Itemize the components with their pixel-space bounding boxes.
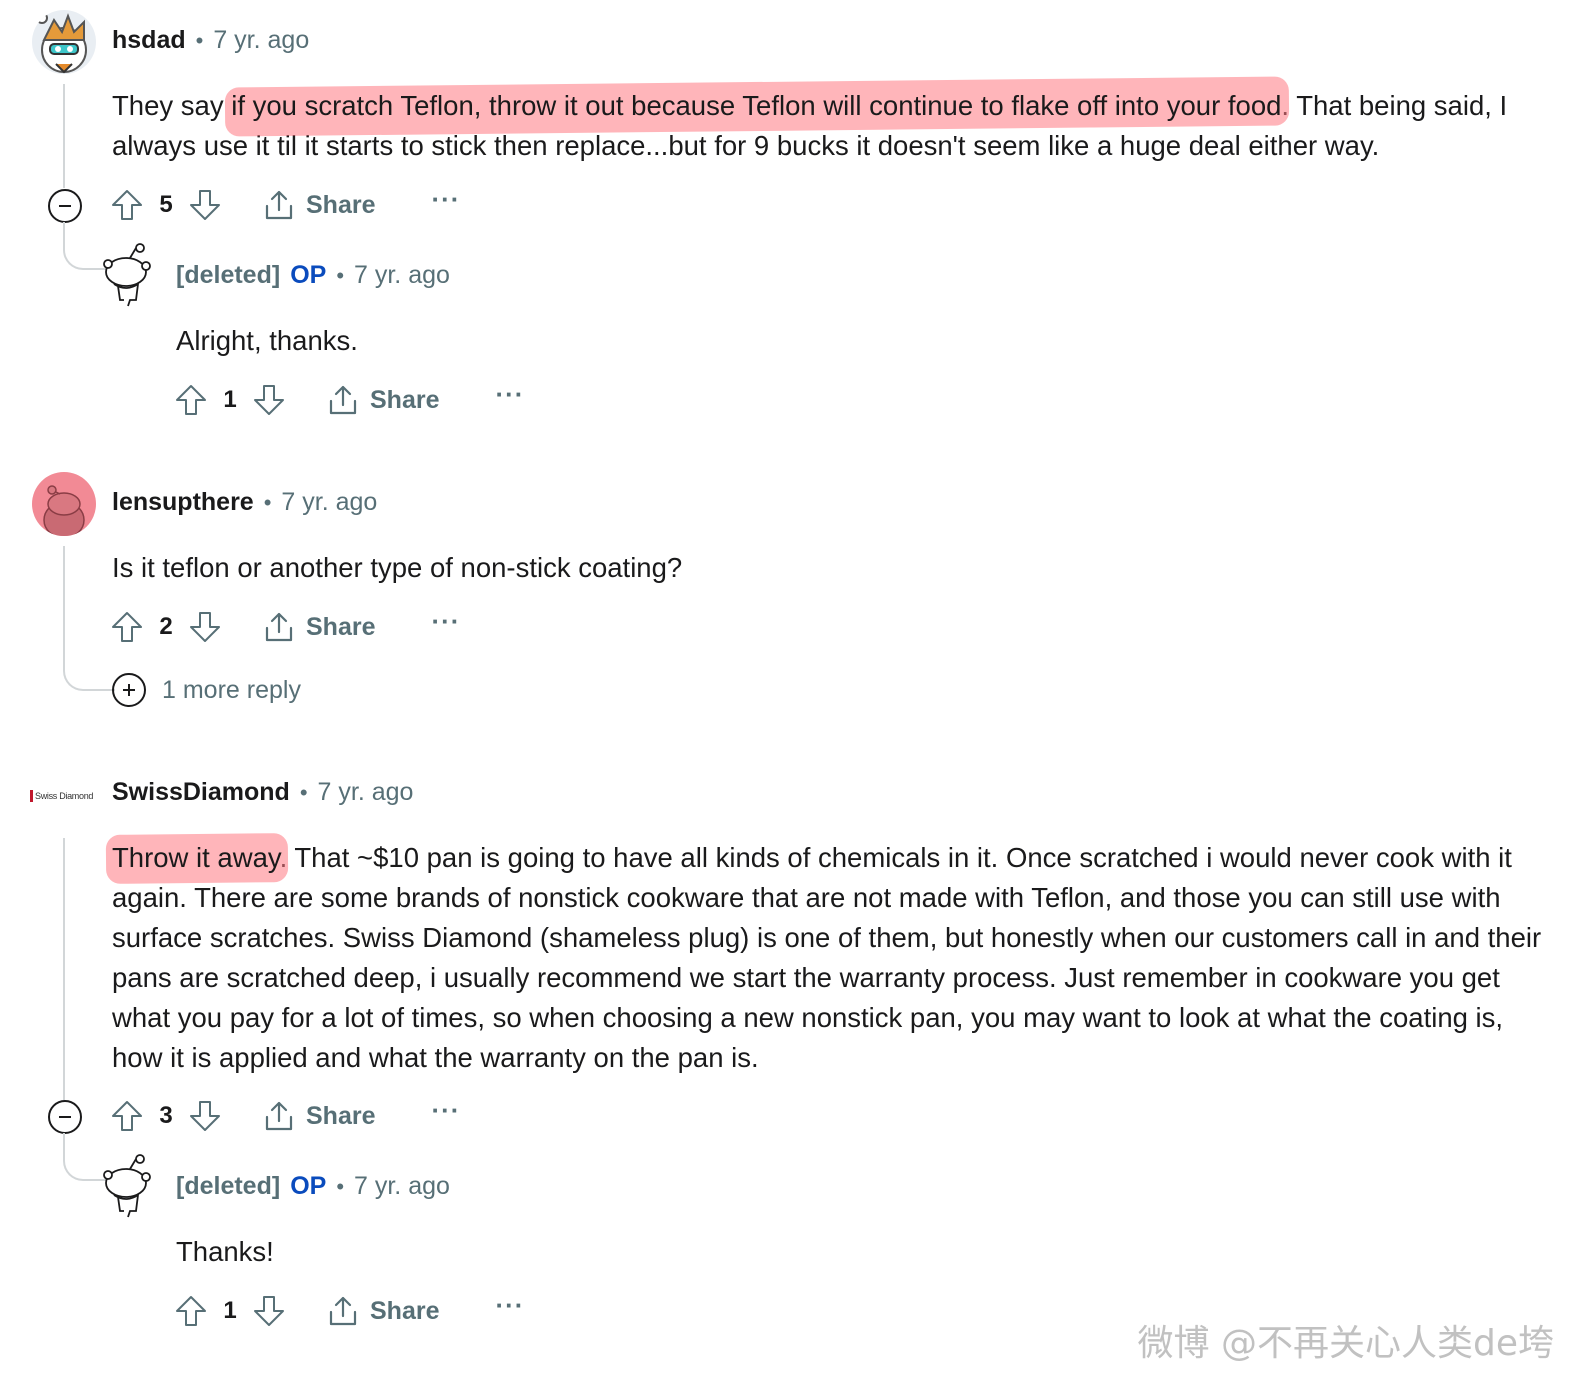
share-button[interactable]: Share xyxy=(326,1294,439,1328)
downvote-icon[interactable] xyxy=(252,383,286,417)
share-label: Share xyxy=(370,385,440,414)
collapse-thread-button[interactable] xyxy=(48,1100,82,1134)
comment-text: They say xyxy=(112,90,232,121)
comment-text: . That ~$10 pan is going to have all kin… xyxy=(112,842,1542,1073)
collapse-icon xyxy=(59,205,71,207)
upvote-icon[interactable] xyxy=(110,1099,144,1133)
weibo-watermark: 微博 @不再关心人类de垮 xyxy=(1137,1323,1554,1364)
comment-body: Alright, thanks. xyxy=(176,325,358,356)
comment-actions: 1 Share ··· xyxy=(174,380,524,420)
upvote-icon[interactable] xyxy=(174,383,208,417)
author-name[interactable]: SwissDiamond xyxy=(112,778,290,807)
highlighted-text: Throw it away xyxy=(112,842,280,873)
share-icon xyxy=(329,1296,357,1326)
comment-body: They say if you scratch Teflon, throw it… xyxy=(112,86,1552,166)
upvote-icon[interactable] xyxy=(110,188,144,222)
more-options-icon[interactable]: ··· xyxy=(431,608,460,634)
thread-line xyxy=(63,84,65,188)
separator-dot: • xyxy=(299,780,308,805)
comment-actions: 1 Share ··· xyxy=(174,1291,524,1331)
share-button[interactable]: Share xyxy=(262,1099,375,1133)
share-label: Share xyxy=(306,612,376,641)
timestamp[interactable]: 7 yr. ago xyxy=(281,488,377,517)
author-name[interactable]: hsdad xyxy=(112,26,186,55)
avatar-deleted[interactable] xyxy=(100,1153,156,1219)
more-replies-label: 1 more reply xyxy=(162,675,301,704)
separator-dot: • xyxy=(263,490,272,515)
author-name: [deleted] xyxy=(176,1172,281,1200)
comment-meta: lensupthere • 7 yr. ago xyxy=(112,488,377,517)
share-button[interactable]: Share xyxy=(262,610,375,644)
logo-mark xyxy=(30,790,33,802)
collapse-thread-button[interactable] xyxy=(48,189,82,223)
op-badge: OP xyxy=(290,261,327,289)
highlighted-text: if you scratch Teflon, throw it out beca… xyxy=(231,90,1282,121)
thread-line xyxy=(63,838,65,1100)
vote-score: 2 xyxy=(159,613,173,640)
comment-body: Thanks! xyxy=(176,1236,274,1267)
more-options-icon[interactable]: ··· xyxy=(431,186,460,212)
share-icon xyxy=(265,1101,293,1131)
avatar-swissdiamond[interactable]: Swiss Diamond xyxy=(30,778,98,814)
author-name: [deleted] xyxy=(176,261,281,289)
timestamp[interactable]: 7 yr. ago xyxy=(318,778,414,807)
upvote-icon[interactable] xyxy=(174,1294,208,1328)
op-badge: OP xyxy=(290,1172,327,1200)
collapse-icon xyxy=(59,1116,71,1118)
comment-meta: [deleted] OP • 7 yr. ago xyxy=(176,261,450,290)
author-name[interactable]: lensupthere xyxy=(112,488,254,517)
vote-score: 1 xyxy=(223,1297,237,1324)
downvote-icon[interactable] xyxy=(188,1099,222,1133)
share-label: Share xyxy=(306,190,376,219)
comment-meta: hsdad • 7 yr. ago xyxy=(112,26,309,55)
share-icon xyxy=(265,190,293,220)
avatar-lensupthere[interactable] xyxy=(32,472,96,536)
more-options-icon[interactable]: ··· xyxy=(495,381,524,407)
vote-group: 1 xyxy=(174,383,286,417)
comment-actions: 3 Share ··· xyxy=(110,1096,460,1136)
share-label: Share xyxy=(306,1101,376,1130)
timestamp[interactable]: 7 yr. ago xyxy=(354,261,450,290)
reply-connector xyxy=(63,655,115,691)
timestamp[interactable]: 7 yr. ago xyxy=(354,1172,450,1201)
comment-meta: [deleted] OP • 7 yr. ago xyxy=(176,1172,450,1201)
snoo-avatar-icon xyxy=(43,485,85,536)
downvote-icon[interactable] xyxy=(188,610,222,644)
snoo-avatar-icon xyxy=(36,12,87,74)
share-icon xyxy=(265,612,293,642)
downvote-icon[interactable] xyxy=(252,1294,286,1328)
thread-line xyxy=(63,546,65,656)
deleted-user-snoo-icon xyxy=(103,243,151,307)
comment-actions: 2 Share ··· xyxy=(110,607,460,647)
timestamp[interactable]: 7 yr. ago xyxy=(213,26,309,55)
share-label: Share xyxy=(370,1296,440,1325)
logo-text: Swiss Diamond xyxy=(35,791,94,801)
comment-body: Throw it away. That ~$10 pan is going to… xyxy=(112,838,1552,1078)
avatar-hsdad[interactable] xyxy=(32,10,96,74)
more-options-icon[interactable]: ··· xyxy=(431,1097,460,1123)
vote-score: 3 xyxy=(159,1102,173,1129)
comment-actions: 5 Share ··· xyxy=(110,185,460,225)
separator-dot: • xyxy=(336,263,345,288)
vote-group: 2 xyxy=(110,610,222,644)
more-options-icon[interactable]: ··· xyxy=(495,1292,524,1318)
separator-dot: • xyxy=(195,28,204,53)
vote-score: 1 xyxy=(223,386,237,413)
avatar-deleted[interactable] xyxy=(100,242,156,308)
more-replies-button[interactable]: 1 more reply xyxy=(112,673,301,707)
expand-icon xyxy=(112,673,146,707)
comment-meta: SwissDiamond • 7 yr. ago xyxy=(112,778,413,807)
deleted-user-snoo-icon xyxy=(103,1154,151,1218)
share-button[interactable]: Share xyxy=(262,188,375,222)
vote-group: 1 xyxy=(174,1294,286,1328)
upvote-icon[interactable] xyxy=(110,610,144,644)
downvote-icon[interactable] xyxy=(188,188,222,222)
vote-score: 5 xyxy=(159,191,173,218)
vote-group: 3 xyxy=(110,1099,222,1133)
share-button[interactable]: Share xyxy=(326,383,439,417)
comment-body: Is it teflon or another type of non-stic… xyxy=(112,552,683,583)
share-icon xyxy=(329,385,357,415)
separator-dot: • xyxy=(336,1174,345,1199)
vote-group: 5 xyxy=(110,188,222,222)
